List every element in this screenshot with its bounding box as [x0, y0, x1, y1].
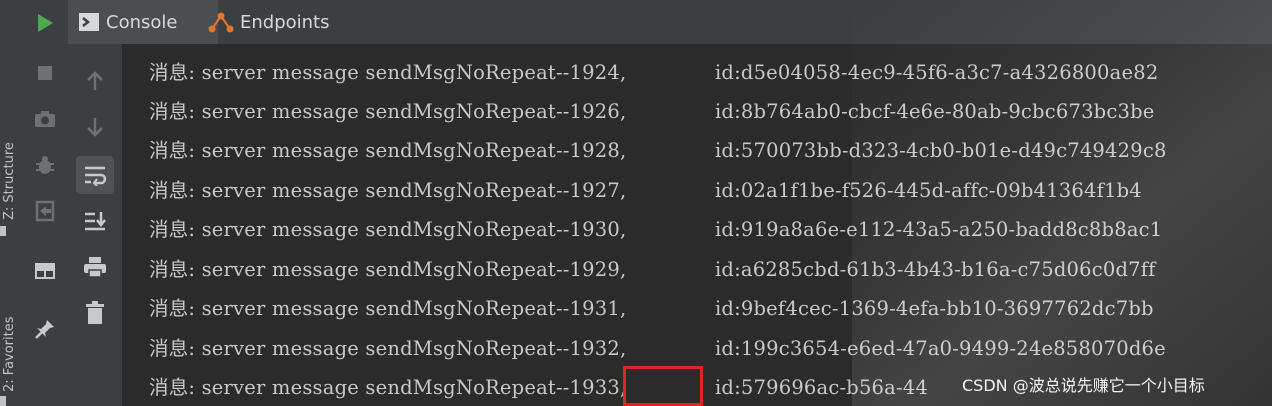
console-line-id: id:9bef4cec-1369-4efa-bb10-3697762dc7bb [715, 297, 1154, 320]
console-icon [78, 12, 100, 32]
trash-icon [85, 301, 105, 325]
layout-icon [34, 262, 56, 280]
console-line-id: id:919a8a6e-e112-43a5-a250-badd8c8b8ac1 [715, 218, 1163, 241]
favorites-tab[interactable]: 2: Favorites [2, 316, 17, 392]
run-icon [36, 13, 54, 33]
endpoints-icon [208, 11, 234, 33]
exit-icon [34, 200, 56, 222]
tab-console[interactable]: Console [68, 0, 218, 44]
console-line-text: 消息: server message sendMsgNoRepeat--1930… [149, 218, 627, 241]
down-stack-button[interactable] [78, 110, 112, 144]
highlight-box [623, 366, 703, 406]
scroll-to-end-icon [83, 210, 107, 232]
exit-button[interactable] [28, 194, 62, 228]
stop-icon [37, 65, 53, 81]
structure-icon [0, 226, 6, 236]
structure-tab[interactable]: Z: Structure [2, 142, 17, 220]
console-line: 消息: server message sendMsgNoRepeat--1928… [149, 132, 1166, 170]
pin-icon [34, 318, 56, 340]
console-line: 消息: server message sendMsgNoRepeat--1932… [149, 330, 1166, 368]
console-line-id: id:579696ac-b56a-44 [715, 376, 928, 399]
console-line-text: 消息: server message sendMsgNoRepeat--1929… [149, 258, 627, 281]
run-toolbar [22, 0, 69, 406]
console-toolbar [68, 44, 123, 406]
pin-tab-button[interactable] [28, 312, 62, 346]
run-button[interactable] [28, 6, 62, 40]
console-line: 消息: server message sendMsgNoRepeat--1930… [149, 211, 1162, 249]
up-arrow-icon [85, 70, 105, 92]
console-line-text: 消息: server message sendMsgNoRepeat--1933… [149, 376, 627, 399]
stop-button[interactable] [28, 56, 62, 90]
console-line-id: id:199c3654-e6ed-47a0-9499-24e858070d6e [715, 337, 1166, 360]
restore-layout-button[interactable] [28, 254, 62, 288]
down-arrow-icon [85, 116, 105, 138]
debug-button[interactable] [28, 148, 62, 182]
up-stack-button[interactable] [78, 64, 112, 98]
console-line: 消息: server message sendMsgNoRepeat--1933… [149, 369, 928, 406]
console-line-text: 消息: server message sendMsgNoRepeat--1924… [149, 61, 627, 84]
screenshot-button[interactable] [28, 102, 62, 136]
console-line-text: 消息: server message sendMsgNoRepeat--1928… [149, 139, 627, 162]
console-line-id: id:02a1f1be-f526-445d-affc-09b41364f1b4 [715, 179, 1142, 202]
console-line-id: id:a6285cbd-61b3-4b43-b16a-c75d06c0d7ff [715, 258, 1156, 281]
tab-endpoints-label: Endpoints [240, 11, 330, 33]
console-line-text: 消息: server message sendMsgNoRepeat--1932… [149, 337, 627, 360]
console-line-id: id:570073bb-d323-4cb0-b01e-d49c749429c8 [715, 139, 1167, 162]
console-line-text: 消息: server message sendMsgNoRepeat--1927… [149, 179, 627, 202]
console-line-text: 消息: server message sendMsgNoRepeat--1931… [149, 297, 627, 320]
watermark: CSDN @波总说先赚它一个小目标 [962, 376, 1205, 395]
console-line: 消息: server message sendMsgNoRepeat--1929… [149, 251, 1155, 289]
favorites-icon [0, 396, 6, 406]
tab-endpoints[interactable]: Endpoints [198, 0, 362, 44]
left-tool-strip: Z: Structure 2: Favorites [0, 0, 23, 406]
tab-console-label: Console [106, 11, 178, 33]
print-button[interactable] [78, 250, 112, 284]
console-line-id: id:d5e04058-4ec9-45f6-a3c7-a4326800ae82 [715, 61, 1159, 84]
console-line: 消息: server message sendMsgNoRepeat--1926… [149, 93, 1154, 131]
debug-icon [34, 154, 56, 176]
camera-icon [34, 110, 56, 128]
clear-all-button[interactable] [78, 296, 112, 330]
console-line: 消息: server message sendMsgNoRepeat--1924… [149, 54, 1158, 92]
console-output[interactable]: 消息: server message sendMsgNoRepeat--1924… [123, 44, 1272, 406]
console-line-id: id:8b764ab0-cbcf-4e6e-80ab-9cbc673bc3be [715, 100, 1155, 123]
print-icon [83, 256, 107, 278]
soft-wrap-icon [83, 164, 107, 186]
soft-wrap-button[interactable] [76, 156, 114, 194]
console-line: 消息: server message sendMsgNoRepeat--1931… [149, 290, 1154, 328]
scroll-to-end-button[interactable] [78, 204, 112, 238]
console-line: 消息: server message sendMsgNoRepeat--1927… [149, 172, 1142, 210]
tool-window-tabbar: Console Endpoints [68, 0, 1272, 45]
console-line-text: 消息: server message sendMsgNoRepeat--1926… [149, 100, 627, 123]
